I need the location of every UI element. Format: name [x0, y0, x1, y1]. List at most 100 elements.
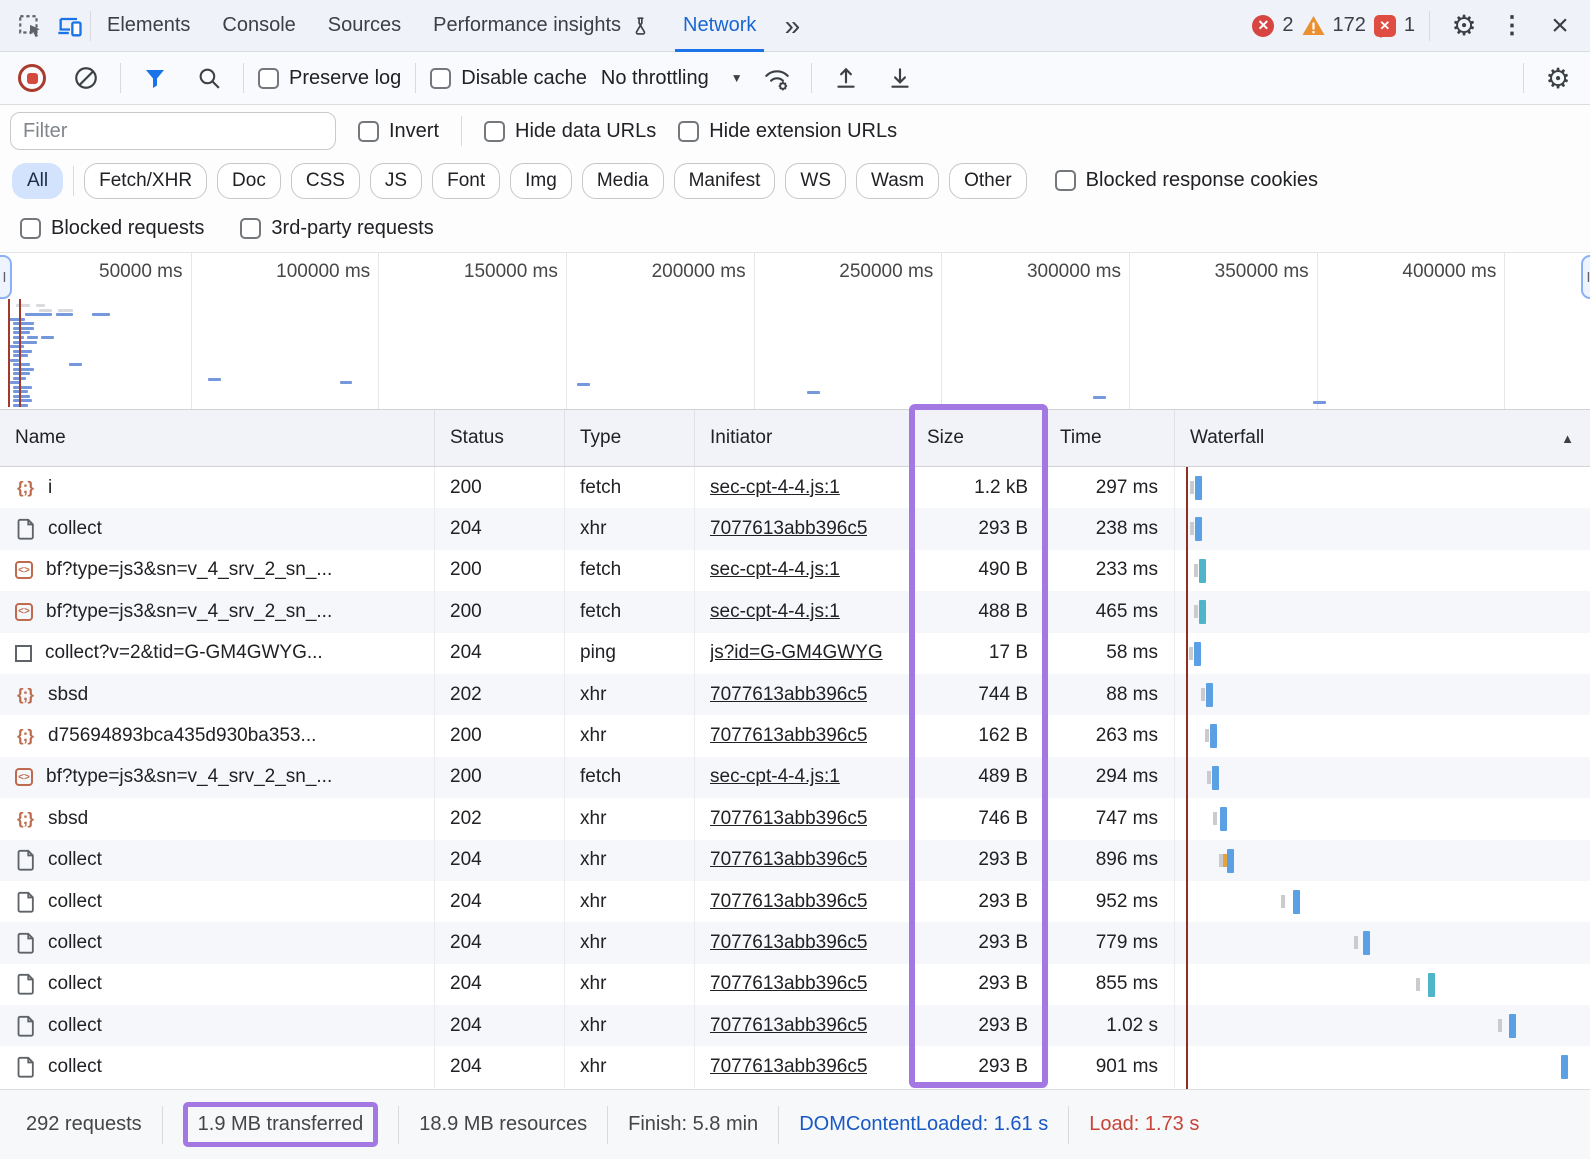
- request-row[interactable]: collect 204 xhr 7077613abb396c5 293 B 89…: [0, 839, 1590, 881]
- request-row[interactable]: collect?v=2&tid=G-GM4GWYG... 204 ping js…: [0, 632, 1590, 674]
- issues-count[interactable]: 1: [1404, 14, 1415, 37]
- request-row[interactable]: collect 204 xhr 7077613abb396c5 293 B 77…: [0, 922, 1590, 964]
- import-har-icon[interactable]: [826, 58, 866, 98]
- preserve-log-toggle[interactable]: Preserve log: [258, 67, 401, 90]
- request-row[interactable]: {;} i 200 fetch sec-cpt-4-4.js:1 1.2 kB …: [0, 467, 1590, 509]
- request-name-cell[interactable]: {;} sbsd: [0, 673, 435, 716]
- filter-funnel-icon[interactable]: [135, 58, 175, 98]
- settings-gear-icon[interactable]: ⚙: [1444, 6, 1484, 46]
- request-name-cell[interactable]: collect: [0, 963, 435, 1006]
- network-settings-gear-icon[interactable]: ⚙: [1538, 58, 1578, 98]
- sort-ascending-icon[interactable]: ▲: [1561, 431, 1574, 446]
- hide-extension-urls-checkbox[interactable]: [678, 120, 700, 142]
- record-network-log-button[interactable]: [12, 58, 52, 98]
- network-conditions-icon[interactable]: [757, 58, 797, 98]
- filter-chip-all[interactable]: All: [12, 162, 64, 199]
- waterfall-cell[interactable]: [1175, 922, 1590, 963]
- disable-cache-checkbox[interactable]: [430, 67, 452, 89]
- disable-cache-toggle[interactable]: Disable cache: [430, 67, 587, 90]
- filter-chip-doc[interactable]: Doc: [217, 162, 281, 199]
- waterfall-cell[interactable]: [1175, 550, 1590, 591]
- filter-input[interactable]: [10, 112, 336, 150]
- filter-chip-fetch-xhr[interactable]: Fetch/XHR: [84, 162, 208, 199]
- tab-console[interactable]: Console: [206, 0, 311, 52]
- initiator-link[interactable]: 7077613abb396c5: [710, 973, 867, 995]
- third-party-requests-checkbox[interactable]: [240, 217, 262, 239]
- request-row[interactable]: collect 204 xhr 7077613abb396c5 293 B 90…: [0, 1046, 1590, 1088]
- column-header-type[interactable]: Type: [565, 410, 695, 466]
- column-header-status[interactable]: Status: [435, 410, 565, 466]
- kebab-menu-icon[interactable]: ⋮: [1492, 6, 1532, 46]
- preserve-log-checkbox[interactable]: [258, 67, 279, 89]
- initiator-link[interactable]: sec-cpt-4-4.js:1: [710, 766, 840, 788]
- tab-elements[interactable]: Elements: [91, 0, 206, 52]
- initiator-link[interactable]: 7077613abb396c5: [710, 891, 867, 913]
- clear-network-log-button[interactable]: [66, 58, 106, 98]
- blocked-requests-checkbox[interactable]: [20, 217, 41, 239]
- waterfall-cell[interactable]: [1175, 881, 1590, 922]
- request-row[interactable]: collect 204 xhr 7077613abb396c5 293 B 23…: [0, 508, 1590, 550]
- request-name-cell[interactable]: <> bf?type=js3&sn=v_4_srv_2_sn_...: [0, 591, 435, 633]
- request-name-cell[interactable]: {;} i: [0, 467, 435, 509]
- column-header-name[interactable]: Name: [0, 410, 435, 466]
- tab-performance-insights[interactable]: Performance insights: [417, 0, 667, 52]
- filter-chip-manifest[interactable]: Manifest: [673, 162, 776, 199]
- request-name-cell[interactable]: <> bf?type=js3&sn=v_4_srv_2_sn_...: [0, 549, 435, 592]
- filter-chip-css[interactable]: CSS: [290, 162, 360, 199]
- request-name-cell[interactable]: collect: [0, 880, 435, 923]
- waterfall-cell[interactable]: [1175, 757, 1590, 798]
- initiator-link[interactable]: 7077613abb396c5: [710, 725, 867, 747]
- request-name-cell[interactable]: collect: [0, 508, 435, 550]
- device-toolbar-icon[interactable]: [50, 6, 90, 46]
- request-row[interactable]: {;} sbsd 202 xhr 7077613abb396c5 744 B 8…: [0, 673, 1590, 716]
- throttling-dropdown[interactable]: No throttling ▼: [601, 67, 743, 90]
- filter-chip-media[interactable]: Media: [581, 162, 664, 199]
- search-icon[interactable]: [189, 58, 229, 98]
- tab-network[interactable]: Network: [667, 0, 772, 52]
- initiator-link[interactable]: 7077613abb396c5: [710, 932, 867, 954]
- request-name-cell[interactable]: collect: [0, 1046, 435, 1088]
- waterfall-cell[interactable]: [1175, 1005, 1590, 1046]
- filter-chip-img[interactable]: Img: [510, 162, 572, 199]
- hide-data-urls-toggle[interactable]: Hide data URLs: [484, 120, 656, 143]
- column-header-waterfall[interactable]: Waterfall ▲: [1175, 410, 1590, 466]
- issues-icon[interactable]: ✕: [1373, 14, 1396, 38]
- export-har-icon[interactable]: [880, 58, 920, 98]
- initiator-link[interactable]: sec-cpt-4-4.js:1: [710, 559, 840, 581]
- initiator-link[interactable]: 7077613abb396c5: [710, 684, 867, 706]
- warning-count[interactable]: 172: [1333, 14, 1366, 37]
- initiator-link[interactable]: 7077613abb396c5: [710, 1015, 867, 1037]
- request-name-cell[interactable]: collect: [0, 1005, 435, 1047]
- overview-right-handle[interactable]: I: [1581, 255, 1590, 299]
- column-header-size[interactable]: Size: [912, 410, 1045, 466]
- filter-chip-font[interactable]: Font: [432, 162, 501, 199]
- request-row[interactable]: <> bf?type=js3&sn=v_4_srv_2_sn_... 200 f…: [0, 549, 1590, 592]
- tab-sources[interactable]: Sources: [312, 0, 417, 52]
- initiator-link[interactable]: 7077613abb396c5: [710, 518, 867, 540]
- request-name-cell[interactable]: {;} sbsd: [0, 798, 435, 840]
- request-name-cell[interactable]: collect: [0, 922, 435, 964]
- request-name-cell[interactable]: collect?v=2&tid=G-GM4GWYG...: [0, 632, 435, 674]
- request-row[interactable]: {;} sbsd 202 xhr 7077613abb396c5 746 B 7…: [0, 798, 1590, 840]
- more-tabs-icon[interactable]: »: [772, 6, 812, 46]
- initiator-link[interactable]: 7077613abb396c5: [710, 808, 867, 830]
- waterfall-cell[interactable]: [1175, 1046, 1590, 1087]
- request-name-cell[interactable]: {;} d75694893bca435d930ba353...: [0, 715, 435, 757]
- close-devtools-icon[interactable]: ×: [1540, 6, 1580, 46]
- initiator-link[interactable]: sec-cpt-4-4.js:1: [710, 601, 840, 623]
- request-name-cell[interactable]: collect: [0, 839, 435, 881]
- blocked-response-cookies-toggle[interactable]: Blocked response cookies: [1054, 169, 1318, 192]
- inspect-element-icon[interactable]: [10, 6, 50, 46]
- column-header-time[interactable]: Time: [1045, 410, 1175, 466]
- waterfall-cell[interactable]: [1175, 964, 1590, 1005]
- warning-icon[interactable]: [1302, 15, 1325, 36]
- waterfall-cell[interactable]: [1175, 591, 1590, 632]
- request-row[interactable]: <> bf?type=js3&sn=v_4_srv_2_sn_... 200 f…: [0, 591, 1590, 633]
- error-icon[interactable]: ✕: [1252, 14, 1275, 37]
- error-count[interactable]: 2: [1282, 14, 1293, 37]
- invert-toggle[interactable]: Invert: [358, 120, 439, 143]
- request-row[interactable]: <> bf?type=js3&sn=v_4_srv_2_sn_... 200 f…: [0, 756, 1590, 799]
- waterfall-cell[interactable]: [1175, 674, 1590, 715]
- request-row[interactable]: collect 204 xhr 7077613abb396c5 293 B 95…: [0, 880, 1590, 923]
- waterfall-cell[interactable]: [1175, 633, 1590, 674]
